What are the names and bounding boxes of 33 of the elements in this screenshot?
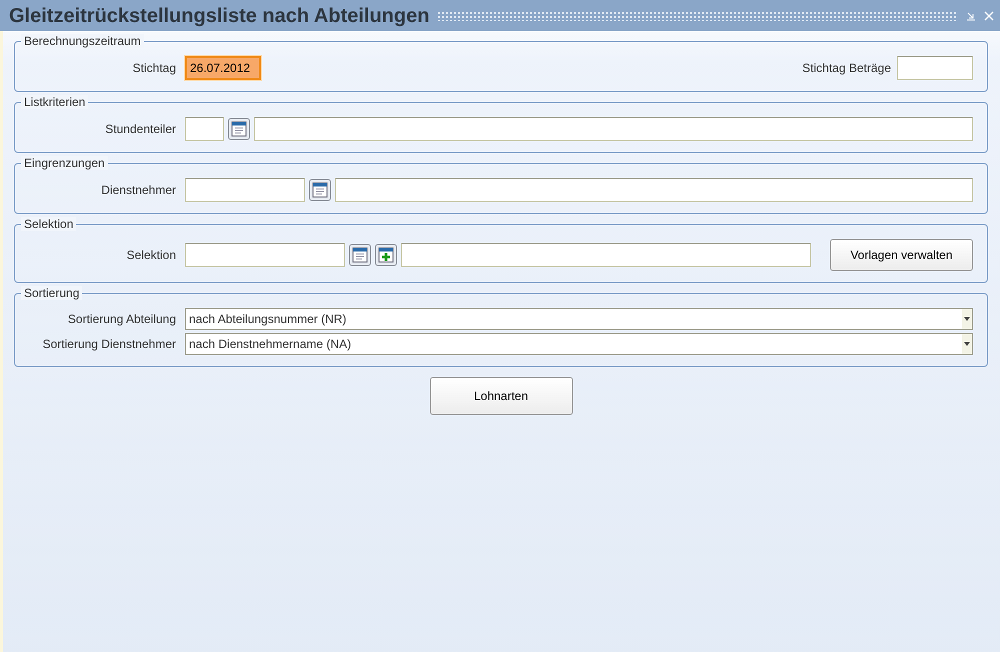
close-icon[interactable] bbox=[984, 10, 994, 20]
input-field[interactable] bbox=[254, 117, 973, 141]
field-label: Stichtag Beträge bbox=[802, 60, 892, 77]
add-button[interactable] bbox=[375, 244, 397, 266]
lookup-button[interactable] bbox=[309, 179, 331, 201]
input-field[interactable] bbox=[185, 117, 224, 141]
dropdown-caret-icon bbox=[964, 342, 970, 346]
field-label: Selektion bbox=[126, 247, 177, 264]
lookup-button[interactable] bbox=[228, 118, 250, 140]
dropdown[interactable]: nach Abteilungsnummer (NR) bbox=[185, 308, 973, 330]
window-title: Gleitzeitrückstellungsliste nach Abteilungen bbox=[9, 4, 430, 28]
group-legend: Listkriterien bbox=[21, 95, 88, 109]
field-label: Dienstnehmer bbox=[100, 182, 177, 199]
input-field[interactable] bbox=[401, 243, 811, 267]
dropdown[interactable]: nach Dienstnehmername (NA) bbox=[185, 333, 973, 355]
field-label: Stichtag bbox=[132, 60, 177, 77]
group-legend: Selektion bbox=[21, 217, 76, 231]
dropdown-caret-icon bbox=[964, 317, 970, 321]
manage-button[interactable]: Vorlagen verwalten bbox=[830, 239, 973, 271]
field-label: Sortierung Dienstnehmer bbox=[42, 336, 177, 353]
group-legend: Sortierung bbox=[21, 286, 82, 300]
lohnarten-button[interactable]: Lohnarten bbox=[430, 377, 572, 415]
field-label: Sortierung Abteilung bbox=[66, 311, 177, 328]
input-field[interactable] bbox=[897, 56, 973, 80]
minimize-icon[interactable] bbox=[966, 10, 976, 20]
group-legend: Berechnungszeitraum bbox=[21, 34, 144, 48]
input-field[interactable]: 26.07.2012 bbox=[185, 56, 261, 80]
lookup-button[interactable] bbox=[349, 244, 371, 266]
field-label: Stundenteiler bbox=[104, 121, 177, 138]
input-field[interactable] bbox=[185, 243, 345, 267]
group-legend: Eingrenzungen bbox=[21, 156, 108, 170]
input-field[interactable] bbox=[185, 178, 305, 202]
input-field[interactable] bbox=[335, 178, 973, 202]
